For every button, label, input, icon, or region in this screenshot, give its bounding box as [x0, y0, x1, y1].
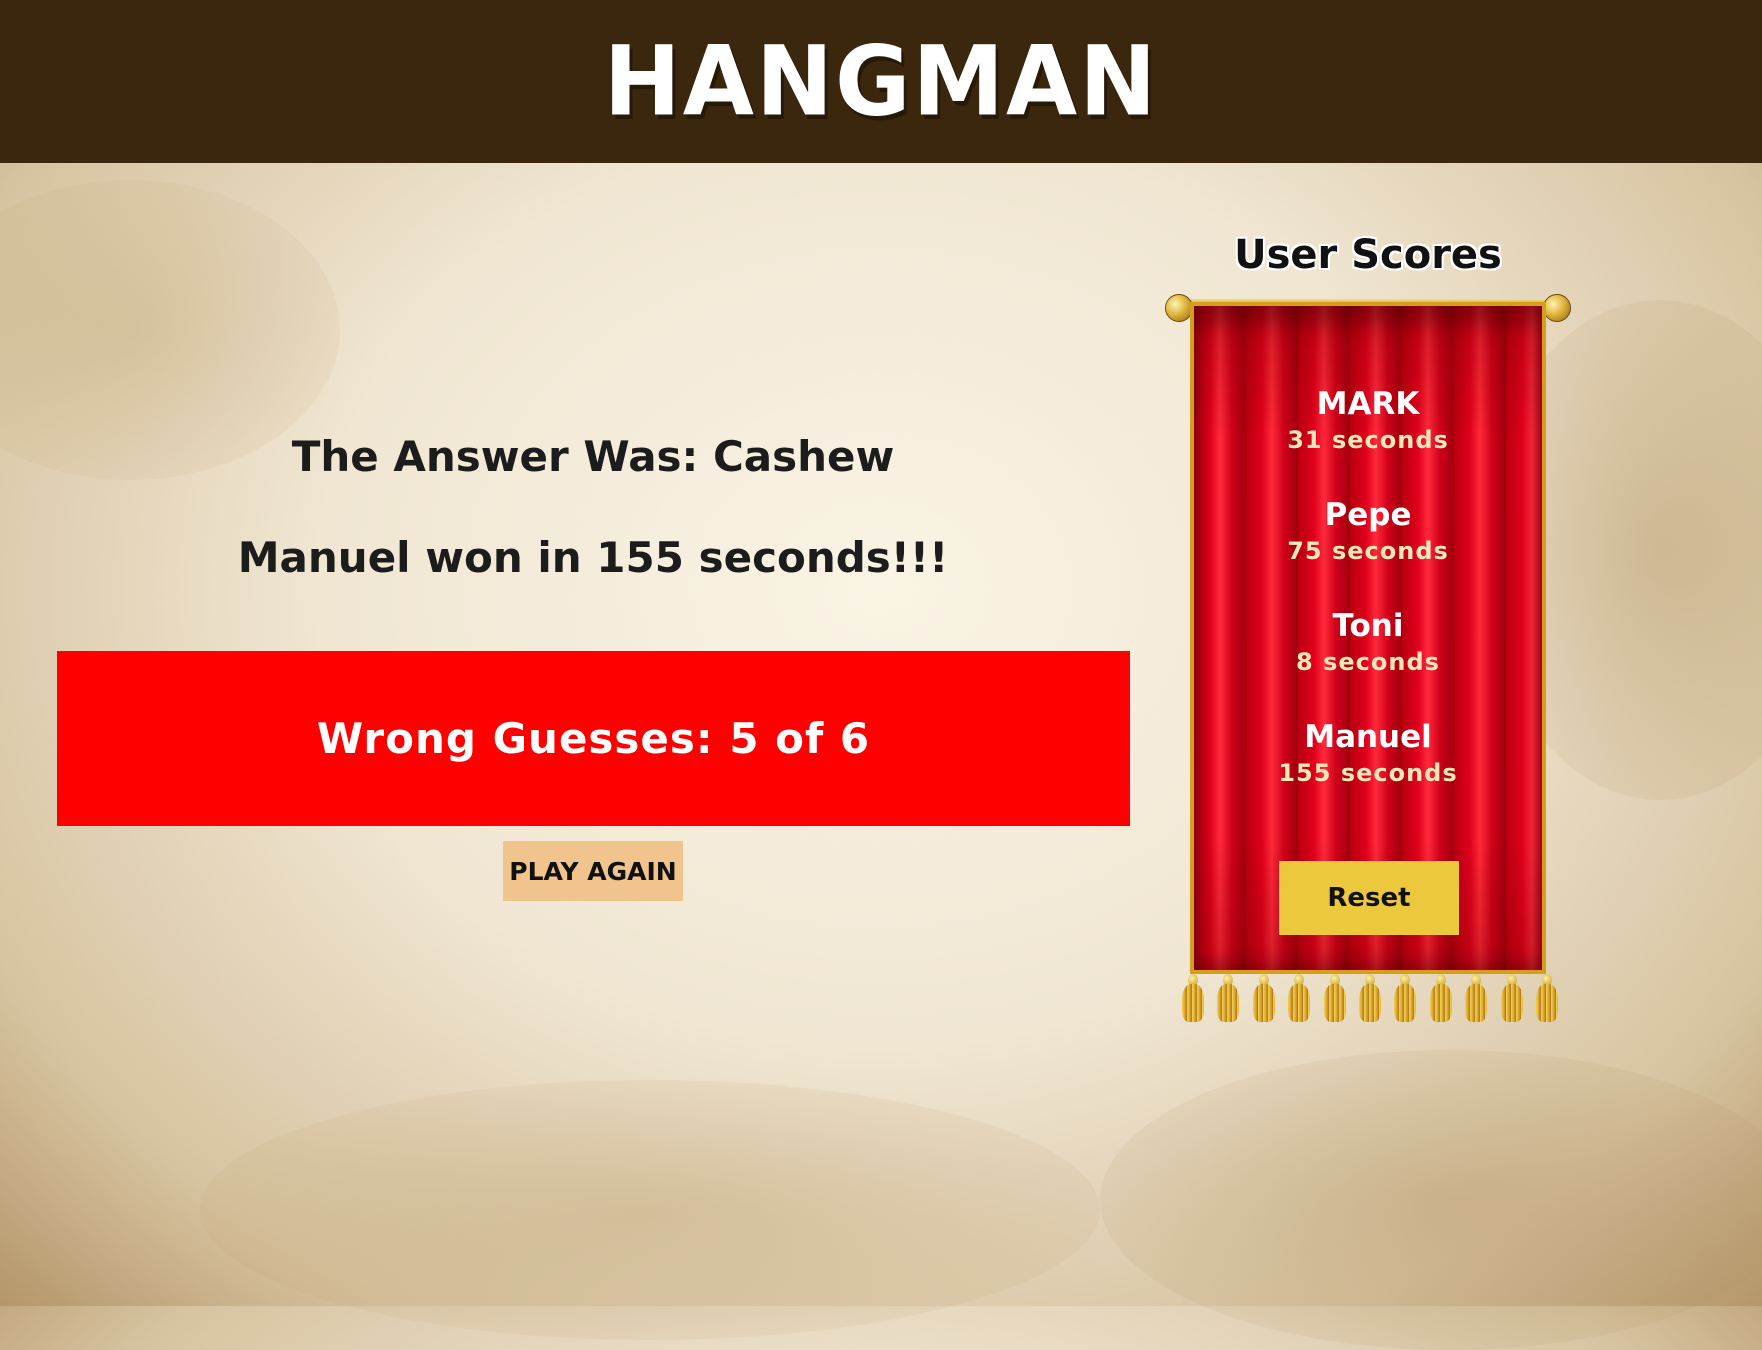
paper-stain: [200, 1080, 1100, 1340]
tassel: [1499, 974, 1525, 1022]
answer-text: The answer was: cashew: [291, 432, 895, 481]
tassel: [1180, 974, 1206, 1022]
scores-banner: MARK 31 seconds Pepe 75 seconds Toni 8 s…: [1190, 302, 1546, 974]
score-list: MARK 31 seconds Pepe 75 seconds Toni 8 s…: [1194, 384, 1542, 828]
tassel: [1392, 974, 1418, 1022]
tassel: [1251, 974, 1277, 1022]
score-time: 31 seconds: [1287, 426, 1449, 454]
scores-title: User Scores: [1234, 232, 1502, 278]
tassel: [1428, 974, 1454, 1022]
score-entry: Manuel 155 seconds: [1194, 717, 1542, 828]
paper-stain: [1100, 1050, 1762, 1350]
play-again-button[interactable]: PLAY AGAIN: [503, 841, 683, 901]
score-name: Manuel: [1304, 719, 1432, 755]
score-time: 155 seconds: [1278, 759, 1458, 787]
score-time: 8 seconds: [1296, 648, 1440, 676]
tassel: [1286, 974, 1312, 1022]
score-name: Toni: [1332, 608, 1404, 644]
score-entry: MARK 31 seconds: [1194, 384, 1542, 495]
tassel: [1534, 974, 1560, 1022]
page-title: Hangman: [603, 25, 1159, 138]
reset-button[interactable]: Reset: [1279, 861, 1459, 935]
page-header: Hangman: [0, 0, 1762, 163]
banner-tassels: [1180, 974, 1560, 1026]
wrong-guesses-panel: Wrong Guesses: 5 of 6: [57, 651, 1130, 826]
score-time: 75 seconds: [1287, 537, 1449, 565]
score-entry: Toni 8 seconds: [1194, 606, 1542, 717]
tassel: [1322, 974, 1348, 1022]
score-entry: Pepe 75 seconds: [1194, 495, 1542, 606]
rod-knob-left: [1165, 294, 1193, 322]
wrong-guesses-text: Wrong Guesses: 5 of 6: [316, 714, 871, 763]
score-name: MARK: [1316, 386, 1420, 422]
tassel: [1215, 974, 1241, 1022]
tassel: [1357, 974, 1383, 1022]
tassel: [1463, 974, 1489, 1022]
rod-knob-right: [1543, 294, 1571, 322]
winner-text: Manuel won in 155 seconds!!!: [237, 533, 949, 582]
score-name: Pepe: [1324, 497, 1412, 533]
